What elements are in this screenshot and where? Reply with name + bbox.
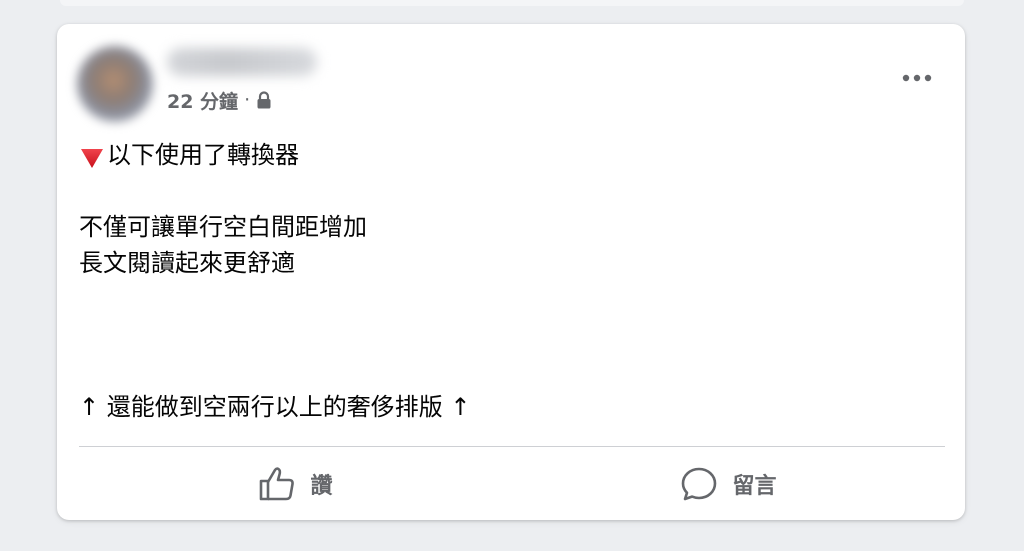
post-line-1: 以下使用了轉換器 [107, 141, 299, 169]
like-label: 讚 [310, 474, 333, 499]
avatar[interactable] [77, 46, 153, 122]
post-card: 22 分鐘 · 以下使用了轉換器 不僅可讓單行空白間距增加 長文閱讀起來更舒適 … [57, 24, 965, 520]
lock-icon[interactable] [256, 91, 272, 109]
actions-divider [79, 446, 945, 447]
post-meta: 22 分鐘 · [167, 87, 272, 114]
more-icon [902, 74, 932, 82]
post-line-4: ↑ 還能做到空兩行以上的奢侈排版 ↑ [79, 393, 471, 421]
previous-post-edge [60, 0, 964, 6]
post-line-2: 不僅可讓單行空白間距增加 [79, 213, 367, 241]
post-line-1-row: 以下使用了轉換器 [79, 137, 299, 173]
feed-background: 22 分鐘 · 以下使用了轉換器 不僅可讓單行空白間距增加 長文閱讀起來更舒適 … [0, 0, 1024, 551]
post-timestamp[interactable]: 22 分鐘 [167, 87, 238, 114]
more-options-button[interactable] [899, 64, 935, 92]
post-line-3: 長文閱讀起來更舒適 [79, 249, 295, 277]
thumbs-up-icon [260, 467, 295, 501]
red-triangle-down-icon [79, 147, 105, 169]
comment-button[interactable]: 留言 [512, 456, 945, 512]
comment-icon [682, 467, 717, 501]
meta-separator: · [244, 89, 251, 111]
author-name-blurred[interactable] [167, 48, 317, 76]
post-actions: 讚 留言 [79, 456, 945, 512]
like-button[interactable]: 讚 [79, 456, 512, 512]
comment-label: 留言 [732, 474, 777, 499]
